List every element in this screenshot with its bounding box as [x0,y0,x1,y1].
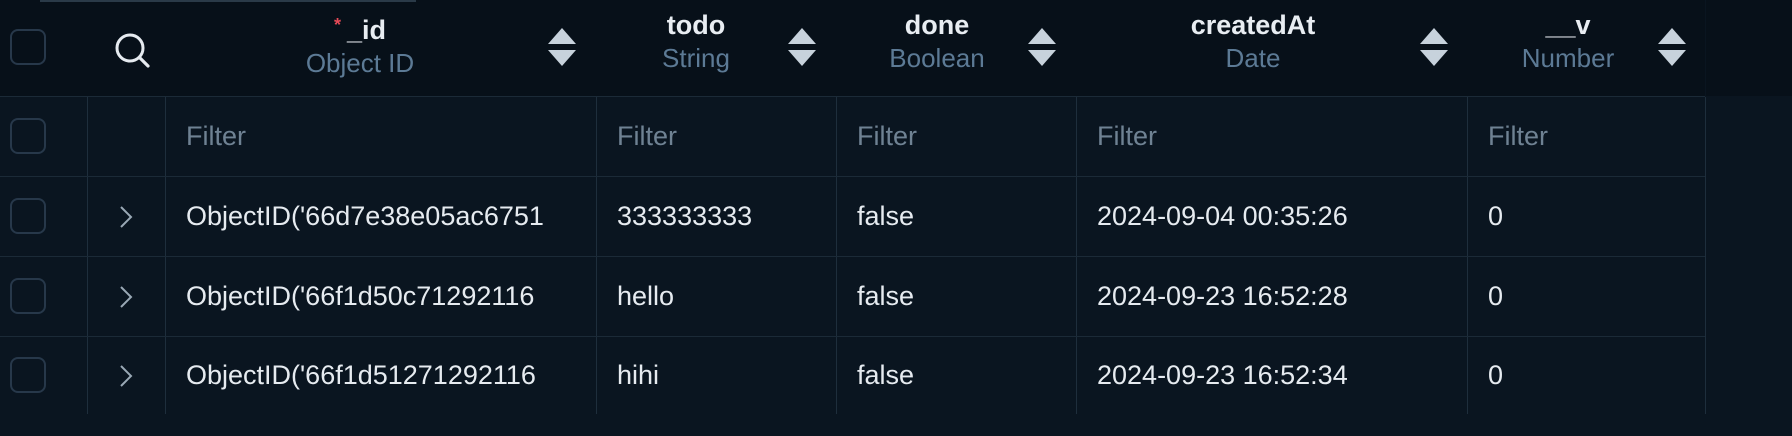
cell-createdat[interactable]: 2024-09-23 16:52:28 [1077,257,1467,336]
row-checkbox[interactable] [10,278,46,314]
cell-todo[interactable]: 333333333 [597,177,836,256]
row-checkbox[interactable] [10,198,46,234]
column-name-id: * _id [333,15,387,45]
table-row[interactable]: ObjectID('66f1d50c71292116 hello false 2… [0,257,1705,337]
filter-input-createdat[interactable]: Filter [1077,97,1467,176]
cell-id[interactable]: ObjectID('66f1d51271292116 [166,336,596,415]
filter-row-checkbox[interactable] [10,118,46,154]
filter-input-v[interactable]: Filter [1468,97,1705,176]
column-header-done[interactable]: done Boolean [878,8,996,88]
cell-createdat[interactable]: 2024-09-23 16:52:34 [1077,336,1467,415]
column-name-done: done [904,10,970,40]
header-right-fill [1706,0,1792,96]
filter-input-todo[interactable]: Filter [597,97,836,176]
required-marker: * [333,15,341,35]
column-name-todo: todo [666,10,726,40]
column-type-done: Boolean [889,43,985,73]
column-header-v[interactable]: __v Number [1510,8,1626,88]
column-name-v: __v [1545,10,1591,40]
sort-icon-v[interactable] [1658,28,1686,68]
data-grid: * _id Object ID todo String done Boolean … [0,0,1792,436]
cell-done[interactable]: false [837,257,1076,336]
cell-v[interactable]: 0 [1468,336,1705,415]
cell-createdat[interactable]: 2024-09-04 00:35:26 [1077,177,1467,256]
column-header-createdat[interactable]: createdAt Date [1168,8,1338,88]
grid-bottom-area [0,415,1792,436]
table-row[interactable]: ObjectID('66f1d51271292116 hihi false 20… [0,336,1705,416]
column-type-id: Object ID [305,48,415,78]
sort-icon-todo[interactable] [788,28,816,68]
column-header-todo[interactable]: todo String [640,8,752,88]
column-type-v: Number [1521,43,1615,73]
grid-divider [1705,97,1706,414]
cell-todo[interactable]: hihi [597,336,836,415]
row-checkbox[interactable] [10,357,46,393]
search-icon[interactable] [112,30,152,70]
filter-input-done[interactable]: Filter [837,97,1076,176]
cell-id[interactable]: ObjectID('66f1d50c71292116 [166,257,596,336]
filter-row: Filter Filter Filter Filter Filter [0,97,1705,177]
cell-done[interactable]: false [837,177,1076,256]
cell-v[interactable]: 0 [1468,257,1705,336]
cell-done[interactable]: false [837,336,1076,415]
cell-todo[interactable]: hello [597,257,836,336]
column-header-id[interactable]: * _id Object ID [290,8,430,88]
chevron-right-icon[interactable] [116,204,136,230]
column-name-createdat: createdAt [1190,10,1316,40]
grid-header: * _id Object ID todo String done Boolean … [0,0,1705,97]
sort-icon-id[interactable] [548,28,576,68]
column-type-createdat: Date [1225,43,1281,73]
filter-input-id[interactable]: Filter [166,97,596,176]
table-row[interactable]: ObjectID('66d7e38e05ac6751 333333333 fal… [0,177,1705,257]
select-all-checkbox[interactable] [10,29,46,65]
sort-icon-createdat[interactable] [1420,28,1448,68]
cell-id[interactable]: ObjectID('66d7e38e05ac6751 [166,177,596,256]
header-top-divider [40,0,416,2]
chevron-right-icon[interactable] [116,284,136,310]
column-type-todo: String [662,43,730,73]
cell-v[interactable]: 0 [1468,177,1705,256]
sort-icon-done[interactable] [1028,28,1056,68]
chevron-right-icon[interactable] [116,363,136,389]
